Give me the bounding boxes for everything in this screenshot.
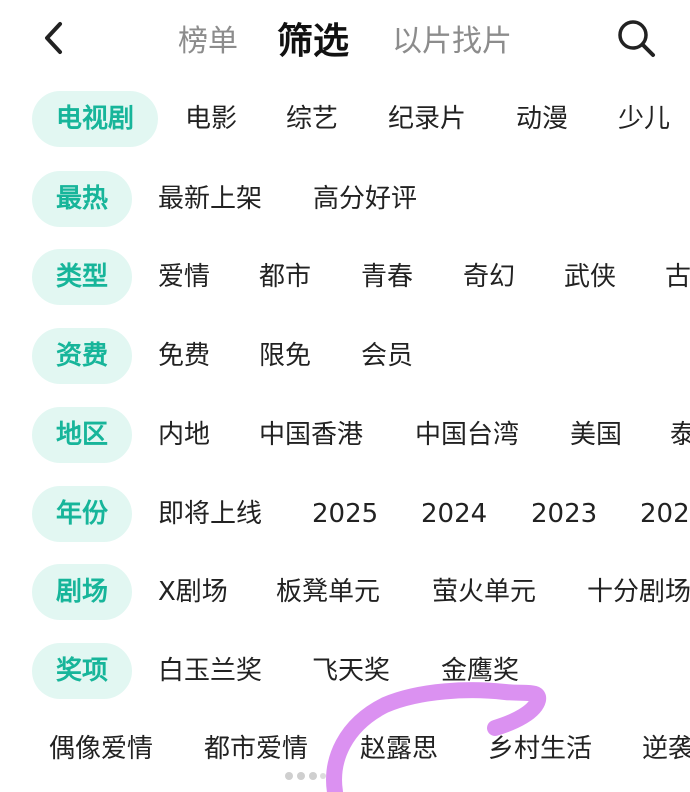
filter-option[interactable]: 内地	[158, 407, 210, 463]
filter-option[interactable]: 飞天奖	[312, 643, 390, 699]
filter-option-selected[interactable]: 类型	[32, 249, 133, 305]
filter-row-year: 年份 即将上线 2025 2024 2023 2022	[0, 486, 690, 542]
filter-option[interactable]: 纪录片	[388, 91, 466, 147]
tag-row: 偶像爱情 都市爱情 赵露思 乡村生活 逆袭	[0, 721, 690, 777]
tag-item[interactable]: 逆袭	[642, 721, 690, 777]
filter-option[interactable]: 美国	[570, 407, 622, 463]
filter-row-sort: 最热 最新上架 高分好评	[0, 171, 690, 227]
filter-option[interactable]: 古	[665, 249, 690, 305]
tab-ranking[interactable]: 榜单	[178, 16, 238, 60]
filter-option[interactable]: 即将上线	[158, 486, 262, 542]
filter-option[interactable]: 爱情	[158, 249, 210, 305]
filter-option-selected[interactable]: 剧场	[32, 564, 133, 620]
filter-row-genre: 类型 爱情 都市 青春 奇幻 武侠 古	[0, 249, 690, 305]
filter-option[interactable]: 武侠	[564, 249, 616, 305]
filter-option[interactable]: 奇幻	[463, 249, 515, 305]
filter-option[interactable]: 限免	[259, 328, 311, 384]
filter-option[interactable]: 白玉兰奖	[158, 643, 262, 699]
filter-option[interactable]: 动漫	[516, 91, 568, 147]
filter-option[interactable]: 中国香港	[259, 407, 363, 463]
search-icon[interactable]	[614, 16, 658, 60]
filter-option[interactable]: 泰	[670, 407, 690, 463]
tag-item[interactable]: 偶像爱情	[49, 721, 153, 777]
filter-option[interactable]: 少儿	[618, 91, 670, 147]
filter-option[interactable]: 2022	[640, 486, 690, 542]
filter-option[interactable]: 高分好评	[313, 171, 417, 227]
filter-option[interactable]: 板凳单元	[276, 564, 380, 620]
filter-option[interactable]: 都市	[259, 249, 311, 305]
watermark-icon	[285, 772, 326, 780]
filter-option[interactable]: 2024	[421, 486, 487, 542]
filter-option-selected[interactable]: 电视剧	[32, 91, 159, 147]
filter-option[interactable]: 2023	[531, 486, 597, 542]
filter-row-region: 地区 内地 中国香港 中国台湾 美国 泰	[0, 407, 690, 463]
back-arrow-icon[interactable]	[38, 18, 72, 58]
filter-option[interactable]: 金鹰奖	[441, 643, 519, 699]
top-nav: 榜单 筛选 以片找片	[0, 0, 690, 80]
filter-option[interactable]: 综艺	[286, 91, 338, 147]
tab-find-by-clip[interactable]: 以片找片	[392, 16, 512, 60]
filter-option[interactable]: 电影	[185, 91, 237, 147]
filter-option-selected[interactable]: 最热	[32, 171, 133, 227]
filter-row-fee: 资费 免费 限免 会员	[0, 328, 690, 384]
tag-item[interactable]: 乡村生活	[488, 721, 592, 777]
filter-row-award: 奖项 白玉兰奖 飞天奖 金鹰奖	[0, 643, 690, 699]
tab-filter[interactable]: 筛选	[277, 12, 349, 64]
filter-option[interactable]: X剧场	[158, 564, 228, 620]
filter-option-selected[interactable]: 资费	[32, 328, 133, 384]
filter-option[interactable]: 青春	[361, 249, 413, 305]
filter-option[interactable]: 萤火单元	[432, 564, 536, 620]
filter-option-selected[interactable]: 年份	[32, 486, 133, 542]
filter-option[interactable]: 中国台湾	[415, 407, 519, 463]
filter-option[interactable]: 2025	[312, 486, 378, 542]
filter-option-selected[interactable]: 地区	[32, 407, 133, 463]
filter-row-theater: 剧场 X剧场 板凳单元 萤火单元 十分剧场	[0, 564, 690, 620]
filter-option-selected[interactable]: 奖项	[32, 643, 133, 699]
tag-item[interactable]: 赵露思	[360, 721, 438, 777]
filter-option[interactable]: 免费	[158, 328, 210, 384]
filter-option[interactable]: 会员	[361, 328, 413, 384]
filter-option[interactable]: 十分剧场	[587, 564, 690, 620]
filter-row-category: 电视剧 电影 综艺 纪录片 动漫 少儿	[0, 91, 690, 147]
filter-option[interactable]: 最新上架	[158, 171, 262, 227]
